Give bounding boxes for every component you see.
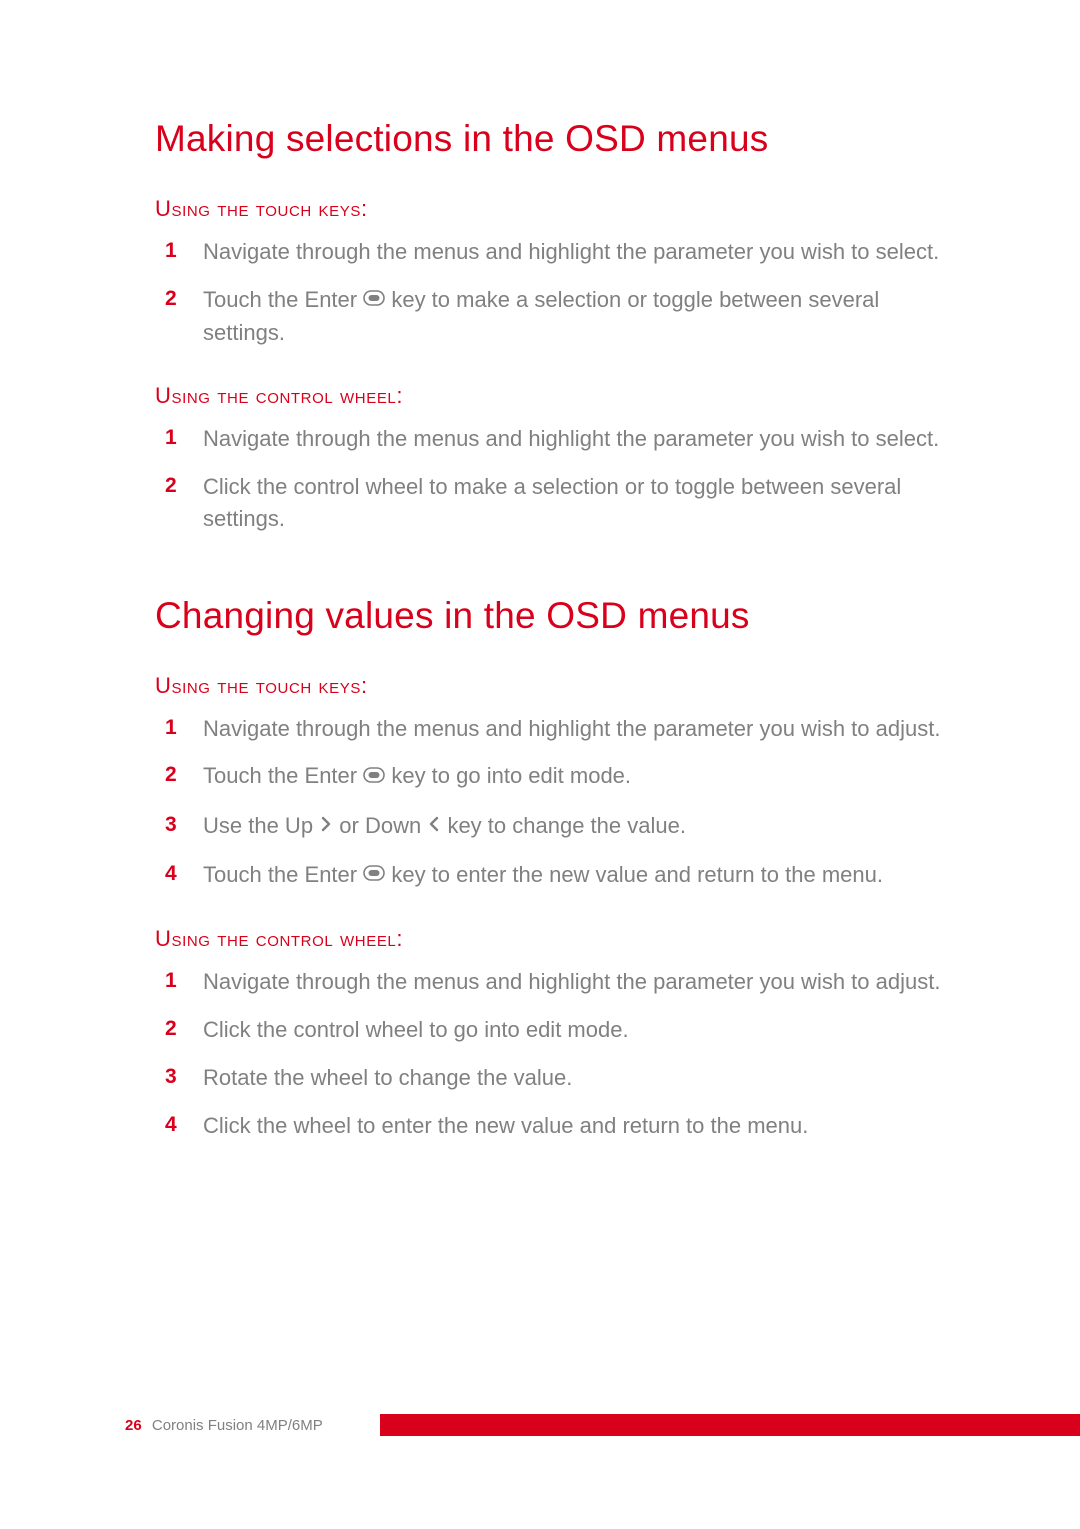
steps-section3: 1 Navigate through the menus and highligh… — [155, 713, 945, 892]
up-chevron-icon — [319, 809, 333, 841]
step-text: Click the control wheel to go into edit … — [203, 1017, 629, 1042]
step-number: 3 — [165, 810, 177, 840]
step-item: 1Navigate through the menus and highligh… — [203, 966, 945, 998]
step-number: 1 — [165, 423, 177, 453]
enter-icon — [363, 760, 385, 792]
subhead-touch-keys-2: Using the touch keys: — [155, 673, 945, 699]
footer-text: 26 Coronis Fusion 4MP/6MP — [125, 1417, 323, 1434]
step-number: 1 — [165, 236, 177, 266]
step-item: 1Navigate through the menus and highligh… — [203, 423, 945, 455]
footer-red-bar — [380, 1414, 1080, 1436]
step-number: 4 — [165, 1110, 177, 1140]
enter-icon — [363, 858, 385, 890]
step-item: 2Click the control wheel to make a selec… — [203, 471, 945, 535]
step-number: 1 — [165, 966, 177, 996]
enter-icon — [363, 283, 385, 315]
step-text: Navigate through the menus and highlight… — [203, 239, 939, 264]
steps-section2: 1 Navigate through the menus and highligh… — [155, 423, 945, 535]
step-number: 2 — [165, 471, 177, 501]
footer-title: Coronis Fusion 4MP/6MP — [152, 1417, 323, 1434]
step-item: 3Rotate the wheel to change the value. — [203, 1062, 945, 1094]
step-number: 3 — [165, 1062, 177, 1092]
step-item: 1Navigate through the menus and highligh… — [203, 236, 945, 268]
step-item: 4Touch the Enter key to enter the new va… — [203, 859, 945, 892]
subhead-control-wheel-2: Using the control wheel: — [155, 926, 945, 952]
step-item: 2Touch the Enter key to go into edit mod… — [203, 760, 945, 793]
step-item: 2Touch the Enter key to make a selection… — [203, 284, 945, 349]
step-text: key to enter the new value and return to… — [385, 862, 883, 887]
step-item: 4Click the wheel to enter the new value … — [203, 1110, 945, 1142]
step-text: or Down — [333, 813, 427, 838]
step-item: 1Navigate through the menus and highligh… — [203, 713, 945, 745]
down-chevron-icon — [427, 809, 441, 841]
step-text: Click the wheel to enter the new value a… — [203, 1113, 808, 1138]
step-number: 1 — [165, 713, 177, 743]
step-number: 2 — [165, 1014, 177, 1044]
step-text: Navigate through the menus and highlight… — [203, 426, 939, 451]
step-item: 2Click the control wheel to go into edit… — [203, 1014, 945, 1046]
steps-section4: 1 Navigate through the menus and highligh… — [155, 966, 945, 1142]
step-text: Navigate through the menus and highlight… — [203, 716, 940, 741]
step-text: Navigate through the menus and highlight… — [203, 969, 940, 994]
subhead-touch-keys-1: Using the touch keys: — [155, 196, 945, 222]
step-text: Rotate the wheel to change the value. — [203, 1065, 572, 1090]
steps-section1: 1 Navigate through the menus and highligh… — [155, 236, 945, 349]
step-number: 2 — [165, 760, 177, 790]
page-content: Making selections in the OSD menus Using… — [0, 0, 1080, 1141]
step-number: 4 — [165, 859, 177, 889]
heading-changing-values: Changing values in the OSD menus — [155, 595, 945, 637]
step-text: Touch the Enter — [203, 763, 363, 788]
page-number: 26 — [125, 1417, 142, 1434]
subhead-control-wheel-1: Using the control wheel: — [155, 383, 945, 409]
step-text: Touch the Enter — [203, 862, 363, 887]
step-text: key to change the value. — [441, 813, 686, 838]
step-text: Use the Up — [203, 813, 319, 838]
step-text: Touch the Enter — [203, 287, 363, 312]
step-number: 2 — [165, 284, 177, 314]
step-text: Click the control wheel to make a select… — [203, 474, 901, 531]
page-footer: 26 Coronis Fusion 4MP/6MP — [0, 1410, 1080, 1434]
step-text: key to go into edit mode. — [385, 763, 631, 788]
heading-making-selections: Making selections in the OSD menus — [155, 118, 945, 160]
step-item: 3Use the Up or Down key to change the va… — [203, 810, 945, 843]
